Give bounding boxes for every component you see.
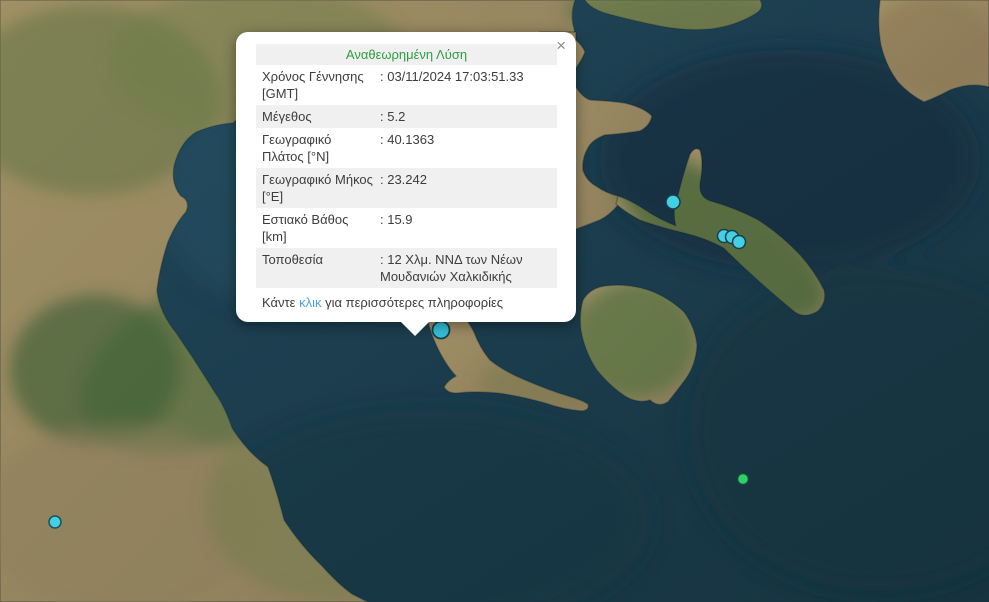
footer-text-pre: Κάντε [262, 295, 299, 310]
event-marker[interactable] [49, 516, 61, 528]
popup-title: Αναθεωρημένη Λύση [256, 44, 557, 65]
popup-footer: Κάντε κλικ για περισσότερες πληροφορίες [256, 288, 557, 313]
table-row: Εστιακό Βάθος [km] : 15.9 [256, 208, 557, 248]
close-icon[interactable]: × [554, 35, 568, 56]
row-label: Χρόνος Γέννησης [GMT] [262, 66, 380, 104]
row-label: Τοποθεσία [262, 249, 380, 287]
row-label: Γεωγραφικό Μήκος [°E] [262, 169, 380, 207]
table-row: Χρόνος Γέννησης [GMT] : 03/11/2024 17:03… [256, 65, 557, 105]
event-marker[interactable] [433, 322, 450, 339]
row-value: : 15.9 [380, 209, 551, 247]
row-label: Μέγεθος [262, 106, 380, 127]
table-row: Τοποθεσία : 12 Χλμ. ΝΝΔ των Νέων Μουδανι… [256, 248, 557, 288]
footer-text-post: για περισσότερες πληροφορίες [321, 295, 503, 310]
popup-arrow [401, 322, 429, 336]
event-marker[interactable] [666, 195, 680, 209]
row-label: Εστιακό Βάθος [km] [262, 209, 380, 247]
more-info-link[interactable]: κλικ [299, 295, 321, 310]
earthquake-info-popup: × Αναθεωρημένη Λύση Χρόνος Γέννησης [GMT… [236, 32, 576, 322]
table-row: Γεωγραφικό Πλάτος [°N] : 40.1363 [256, 128, 557, 168]
app-window: × Αναθεωρημένη Λύση Χρόνος Γέννησης [GMT… [0, 0, 989, 602]
event-marker[interactable] [733, 236, 746, 249]
row-value: : 03/11/2024 17:03:51.33 [380, 66, 551, 104]
row-label: Γεωγραφικό Πλάτος [°N] [262, 129, 380, 167]
earthquake-details-table: Αναθεωρημένη Λύση Χρόνος Γέννησης [GMT] … [256, 44, 557, 288]
row-value: : 40.1363 [380, 129, 551, 167]
table-row: Μέγεθος : 5.2 [256, 105, 557, 128]
table-row: Γεωγραφικό Μήκος [°E] : 23.242 [256, 168, 557, 208]
row-value: : 5.2 [380, 106, 551, 127]
row-value: : 23.242 [380, 169, 551, 207]
row-value: : 12 Χλμ. ΝΝΔ των Νέων Μουδανιών Χαλκιδι… [380, 249, 551, 287]
event-marker-green[interactable] [738, 474, 749, 485]
